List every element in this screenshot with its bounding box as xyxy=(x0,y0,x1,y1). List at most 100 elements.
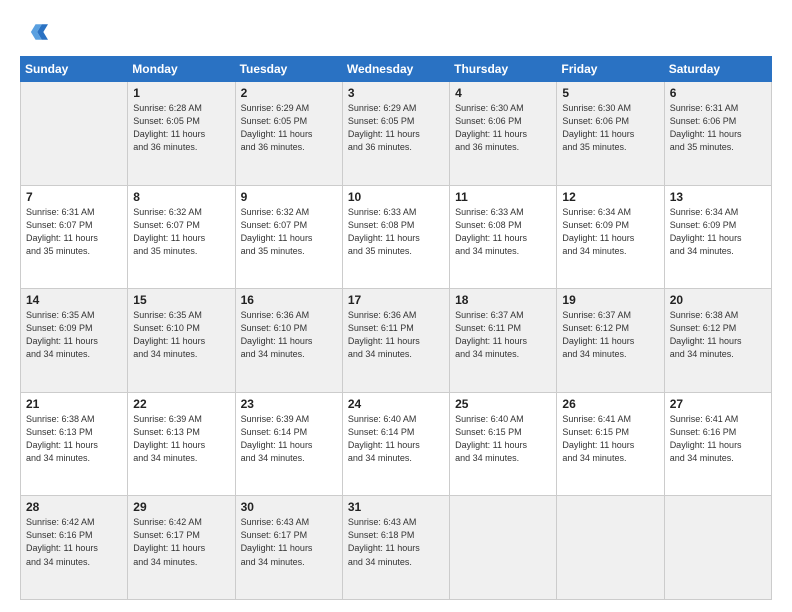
day-info: Sunrise: 6:33 AM Sunset: 6:08 PM Dayligh… xyxy=(348,206,444,258)
day-header-friday: Friday xyxy=(557,57,664,82)
day-number: 9 xyxy=(241,190,337,204)
day-number: 17 xyxy=(348,293,444,307)
day-info: Sunrise: 6:38 AM Sunset: 6:12 PM Dayligh… xyxy=(670,309,766,361)
day-info: Sunrise: 6:34 AM Sunset: 6:09 PM Dayligh… xyxy=(562,206,658,258)
day-number: 7 xyxy=(26,190,122,204)
day-number: 20 xyxy=(670,293,766,307)
day-number: 2 xyxy=(241,86,337,100)
day-number: 6 xyxy=(670,86,766,100)
calendar-cell xyxy=(21,82,128,186)
day-info: Sunrise: 6:31 AM Sunset: 6:06 PM Dayligh… xyxy=(670,102,766,154)
day-info: Sunrise: 6:38 AM Sunset: 6:13 PM Dayligh… xyxy=(26,413,122,465)
day-number: 14 xyxy=(26,293,122,307)
calendar-week-5: 28 Sunrise: 6:42 AM Sunset: 6:16 PM Dayli… xyxy=(21,496,772,600)
calendar-cell: 23 Sunrise: 6:39 AM Sunset: 6:14 PM Dayli… xyxy=(235,392,342,496)
calendar-cell: 14 Sunrise: 6:35 AM Sunset: 6:09 PM Dayli… xyxy=(21,289,128,393)
day-info: Sunrise: 6:34 AM Sunset: 6:09 PM Dayligh… xyxy=(670,206,766,258)
calendar-cell: 10 Sunrise: 6:33 AM Sunset: 6:08 PM Dayli… xyxy=(342,185,449,289)
day-number: 26 xyxy=(562,397,658,411)
calendar-cell: 22 Sunrise: 6:39 AM Sunset: 6:13 PM Dayli… xyxy=(128,392,235,496)
day-number: 12 xyxy=(562,190,658,204)
day-number: 10 xyxy=(348,190,444,204)
day-number: 1 xyxy=(133,86,229,100)
calendar-cell: 18Sunrise: 6:37 AM Sunset: 6:11 PM Dayli… xyxy=(450,289,557,393)
day-info: Sunrise: 6:31 AM Sunset: 6:07 PM Dayligh… xyxy=(26,206,122,258)
calendar-cell: 7 Sunrise: 6:31 AM Sunset: 6:07 PM Daylig… xyxy=(21,185,128,289)
calendar-cell: 3 Sunrise: 6:29 AM Sunset: 6:05 PM Daylig… xyxy=(342,82,449,186)
calendar-cell: 21 Sunrise: 6:38 AM Sunset: 6:13 PM Dayli… xyxy=(21,392,128,496)
calendar-week-1: 1 Sunrise: 6:28 AM Sunset: 6:05 PM Daylig… xyxy=(21,82,772,186)
day-number: 24 xyxy=(348,397,444,411)
day-info: Sunrise: 6:30 AM Sunset: 6:06 PM Dayligh… xyxy=(562,102,658,154)
day-info: Sunrise: 6:41 AM Sunset: 6:16 PM Dayligh… xyxy=(670,413,766,465)
day-header-tuesday: Tuesday xyxy=(235,57,342,82)
calendar-cell: 30 Sunrise: 6:43 AM Sunset: 6:17 PM Dayli… xyxy=(235,496,342,600)
calendar-cell: 25 Sunrise: 6:40 AM Sunset: 6:15 PM Dayli… xyxy=(450,392,557,496)
day-number: 3 xyxy=(348,86,444,100)
day-header-monday: Monday xyxy=(128,57,235,82)
day-number: 22 xyxy=(133,397,229,411)
day-info: Sunrise: 6:39 AM Sunset: 6:14 PM Dayligh… xyxy=(241,413,337,465)
calendar-header-row: SundayMondayTuesdayWednesdayThursdayFrid… xyxy=(21,57,772,82)
day-info: Sunrise: 6:37 AM Sunset: 6:12 PM Dayligh… xyxy=(562,309,658,361)
day-info: Sunrise: 6:29 AM Sunset: 6:05 PM Dayligh… xyxy=(348,102,444,154)
day-info: Sunrise: 6:39 AM Sunset: 6:13 PM Dayligh… xyxy=(133,413,229,465)
day-info: Sunrise: 6:42 AM Sunset: 6:16 PM Dayligh… xyxy=(26,516,122,568)
calendar-cell: 27 Sunrise: 6:41 AM Sunset: 6:16 PM Dayli… xyxy=(664,392,771,496)
day-info: Sunrise: 6:29 AM Sunset: 6:05 PM Dayligh… xyxy=(241,102,337,154)
day-number: 30 xyxy=(241,500,337,514)
day-number: 8 xyxy=(133,190,229,204)
day-number: 5 xyxy=(562,86,658,100)
calendar-cell: 4Sunrise: 6:30 AM Sunset: 6:06 PM Daylig… xyxy=(450,82,557,186)
calendar-cell: 11 Sunrise: 6:33 AM Sunset: 6:08 PM Dayli… xyxy=(450,185,557,289)
day-info: Sunrise: 6:40 AM Sunset: 6:15 PM Dayligh… xyxy=(455,413,551,465)
day-info: Sunrise: 6:43 AM Sunset: 6:17 PM Dayligh… xyxy=(241,516,337,568)
calendar-cell: 13Sunrise: 6:34 AM Sunset: 6:09 PM Dayli… xyxy=(664,185,771,289)
calendar-cell xyxy=(450,496,557,600)
calendar-cell: 1 Sunrise: 6:28 AM Sunset: 6:05 PM Daylig… xyxy=(128,82,235,186)
calendar-cell: 12 Sunrise: 6:34 AM Sunset: 6:09 PM Dayli… xyxy=(557,185,664,289)
day-header-sunday: Sunday xyxy=(21,57,128,82)
day-number: 21 xyxy=(26,397,122,411)
day-info: Sunrise: 6:40 AM Sunset: 6:14 PM Dayligh… xyxy=(348,413,444,465)
day-info: Sunrise: 6:35 AM Sunset: 6:09 PM Dayligh… xyxy=(26,309,122,361)
day-number: 15 xyxy=(133,293,229,307)
logo-icon xyxy=(20,18,48,46)
day-header-saturday: Saturday xyxy=(664,57,771,82)
calendar-cell: 28 Sunrise: 6:42 AM Sunset: 6:16 PM Dayli… xyxy=(21,496,128,600)
day-number: 4 xyxy=(455,86,551,100)
day-info: Sunrise: 6:37 AM Sunset: 6:11 PM Dayligh… xyxy=(455,309,551,361)
day-info: Sunrise: 6:32 AM Sunset: 6:07 PM Dayligh… xyxy=(241,206,337,258)
day-number: 19 xyxy=(562,293,658,307)
calendar-cell: 15Sunrise: 6:35 AM Sunset: 6:10 PM Dayli… xyxy=(128,289,235,393)
calendar-week-4: 21 Sunrise: 6:38 AM Sunset: 6:13 PM Dayli… xyxy=(21,392,772,496)
day-info: Sunrise: 6:32 AM Sunset: 6:07 PM Dayligh… xyxy=(133,206,229,258)
day-info: Sunrise: 6:36 AM Sunset: 6:10 PM Dayligh… xyxy=(241,309,337,361)
day-number: 29 xyxy=(133,500,229,514)
calendar-cell: 24 Sunrise: 6:40 AM Sunset: 6:14 PM Dayli… xyxy=(342,392,449,496)
calendar-cell xyxy=(557,496,664,600)
day-info: Sunrise: 6:42 AM Sunset: 6:17 PM Dayligh… xyxy=(133,516,229,568)
day-info: Sunrise: 6:33 AM Sunset: 6:08 PM Dayligh… xyxy=(455,206,551,258)
day-number: 28 xyxy=(26,500,122,514)
calendar-table: SundayMondayTuesdayWednesdayThursdayFrid… xyxy=(20,56,772,600)
day-number: 16 xyxy=(241,293,337,307)
day-number: 23 xyxy=(241,397,337,411)
day-info: Sunrise: 6:36 AM Sunset: 6:11 PM Dayligh… xyxy=(348,309,444,361)
logo xyxy=(20,18,52,46)
day-number: 27 xyxy=(670,397,766,411)
calendar-cell: 5 Sunrise: 6:30 AM Sunset: 6:06 PM Daylig… xyxy=(557,82,664,186)
calendar-cell: 17 Sunrise: 6:36 AM Sunset: 6:11 PM Dayli… xyxy=(342,289,449,393)
calendar-cell: 2 Sunrise: 6:29 AM Sunset: 6:05 PM Daylig… xyxy=(235,82,342,186)
day-info: Sunrise: 6:28 AM Sunset: 6:05 PM Dayligh… xyxy=(133,102,229,154)
calendar-cell: 16 Sunrise: 6:36 AM Sunset: 6:10 PM Dayli… xyxy=(235,289,342,393)
day-number: 11 xyxy=(455,190,551,204)
calendar-cell: 19 Sunrise: 6:37 AM Sunset: 6:12 PM Dayli… xyxy=(557,289,664,393)
day-header-wednesday: Wednesday xyxy=(342,57,449,82)
calendar-week-2: 7 Sunrise: 6:31 AM Sunset: 6:07 PM Daylig… xyxy=(21,185,772,289)
day-number: 31 xyxy=(348,500,444,514)
page: SundayMondayTuesdayWednesdayThursdayFrid… xyxy=(0,0,792,612)
calendar-cell: 29 Sunrise: 6:42 AM Sunset: 6:17 PM Dayli… xyxy=(128,496,235,600)
day-number: 25 xyxy=(455,397,551,411)
calendar-cell: 31Sunrise: 6:43 AM Sunset: 6:18 PM Dayli… xyxy=(342,496,449,600)
